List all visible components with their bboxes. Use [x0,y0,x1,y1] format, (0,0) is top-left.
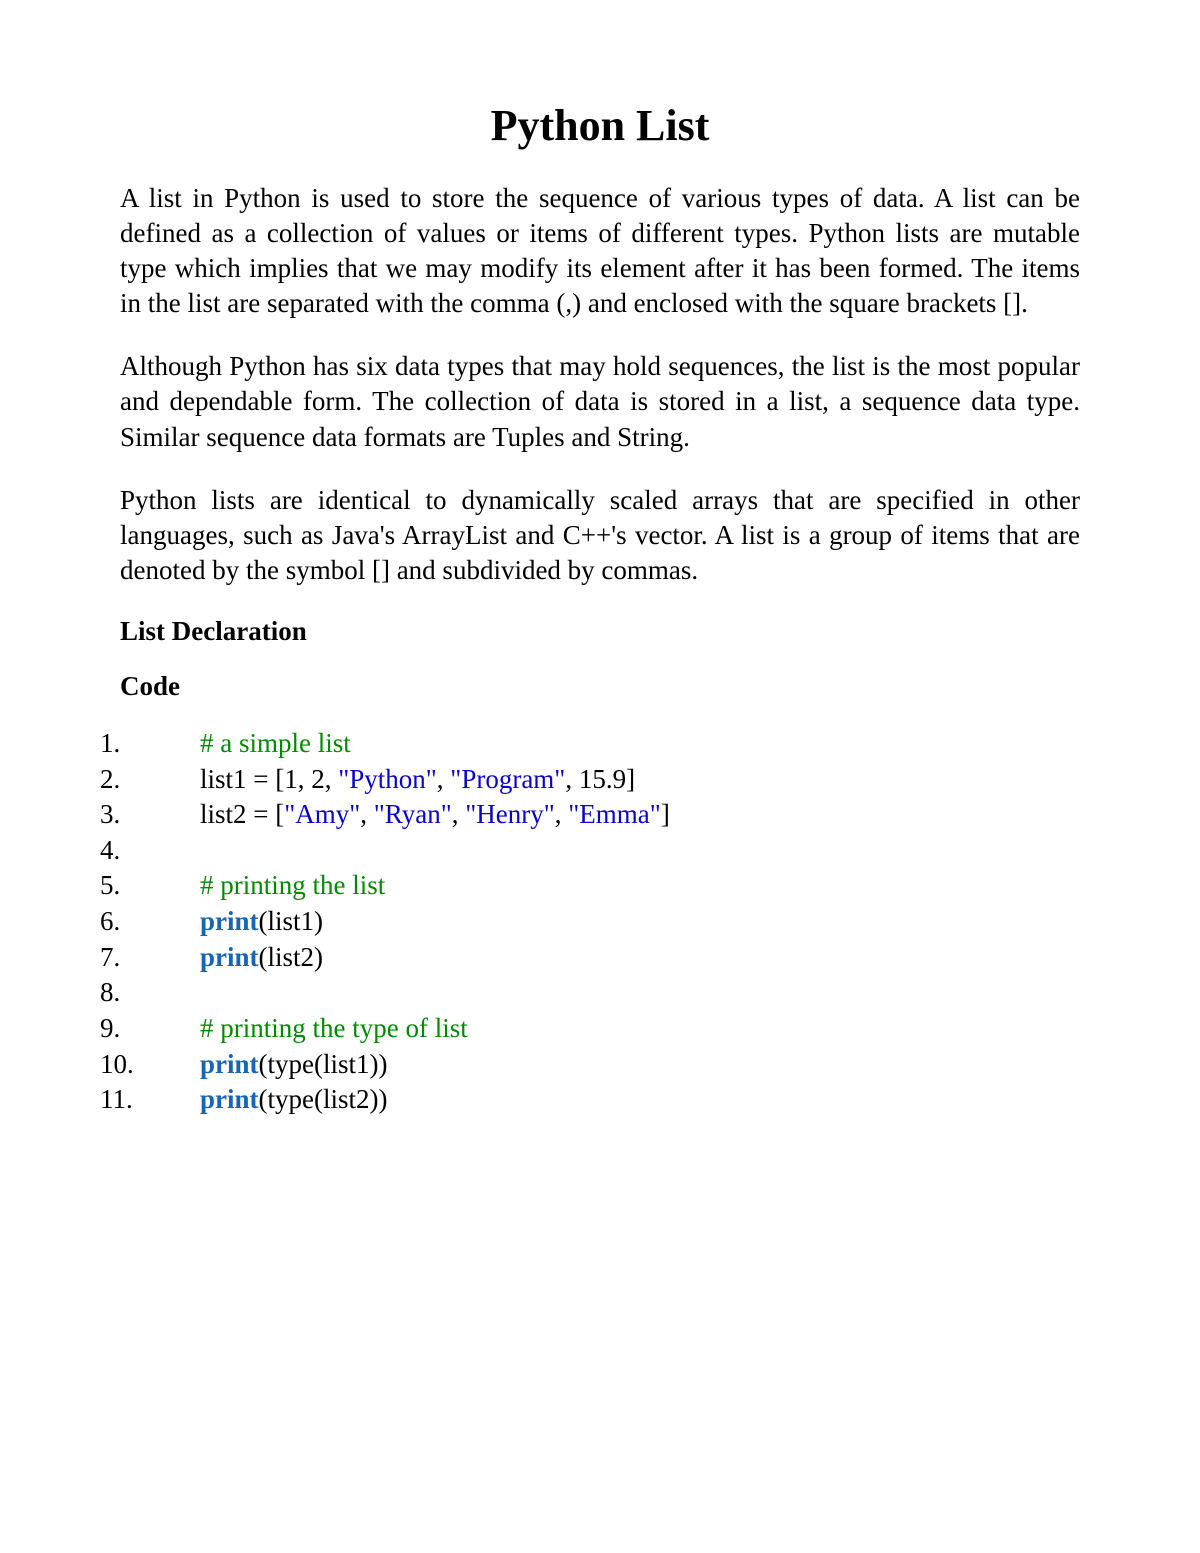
line-number: 5. [100,868,170,904]
code-line: 1. # a simple list [100,726,1080,762]
paragraph-3: Python lists are identical to dynamicall… [120,483,1080,588]
code-line: 3.list2 = ["Amy", "Ryan", "Henry", "Emma… [100,797,1080,833]
code-content: list1 = [1, 2, "Python", "Program", 15.9… [170,762,635,798]
code-content: # a simple list [170,726,351,762]
code-token-plain: (type(list1)) [259,1049,388,1079]
line-number: 8. [100,975,170,1011]
code-line: 4. [100,833,1080,869]
line-number: 10. [100,1047,170,1083]
code-content: print(list2) [170,940,323,976]
line-number: 4. [100,833,170,869]
code-token-comment: # a simple list [200,728,351,758]
code-content: list2 = ["Amy", "Ryan", "Henry", "Emma"] [170,797,670,833]
code-token-string: "Python" [338,764,437,794]
code-content: print(list1) [170,904,323,940]
code-token-comment: # printing the type of list [200,1013,468,1043]
code-token-plain: list2 = [ [200,799,284,829]
code-token-plain: , [555,799,569,829]
code-content: print(type(list2)) [170,1082,387,1118]
code-content: # printing the type of list [170,1011,468,1047]
code-token-plain: , 15.9] [565,764,635,794]
line-number: 9. [100,1011,170,1047]
code-token-keyword: print [200,906,259,936]
code-token-string: "Henry" [465,799,555,829]
paragraph-1: A list in Python is used to store the se… [120,181,1080,321]
line-number: 7. [100,940,170,976]
code-token-plain: ] [661,799,670,829]
code-line: 10.print(type(list1)) [100,1047,1080,1083]
code-token-plain: , [452,799,466,829]
code-token-keyword: print [200,1084,259,1114]
code-line: 2.list1 = [1, 2, "Python", "Program", 15… [100,762,1080,798]
code-line: 8. [100,975,1080,1011]
code-token-plain: list1 = [1, 2, [200,764,338,794]
line-number: 6. [100,904,170,940]
page-title: Python List [120,100,1080,151]
code-line: 7.print(list2) [100,940,1080,976]
code-token-string: "Amy" [284,799,360,829]
line-number: 1. [100,726,170,762]
code-block: 1.# a simple list2.list1 = [1, 2, "Pytho… [100,726,1080,1118]
code-token-keyword: print [200,1049,259,1079]
code-line: 11.print(type(list2)) [100,1082,1080,1118]
code-line: 5. # printing the list [100,868,1080,904]
line-number: 11. [100,1082,170,1118]
code-token-string: "Emma" [568,799,661,829]
code-token-string: "Program" [450,764,565,794]
code-content [170,975,207,1011]
code-token-plain: (type(list2)) [259,1084,388,1114]
paragraph-2: Although Python has six data types that … [120,349,1080,454]
heading-list-declaration: List Declaration [120,616,1080,647]
code-token-plain: (list2) [259,942,324,972]
line-number: 3. [100,797,170,833]
code-line: 6.print(list1) [100,904,1080,940]
code-token-plain: , [437,764,451,794]
code-token-keyword: print [200,942,259,972]
heading-code: Code [120,671,1080,702]
code-content [170,833,207,869]
code-token-string: "Ryan" [374,799,452,829]
code-token-plain: , [360,799,374,829]
code-token-comment: # printing the list [200,870,385,900]
code-content: print(type(list1)) [170,1047,387,1083]
code-content: # printing the list [170,868,385,904]
code-line: 9. # printing the type of list [100,1011,1080,1047]
line-number: 2. [100,762,170,798]
code-token-plain: (list1) [259,906,324,936]
